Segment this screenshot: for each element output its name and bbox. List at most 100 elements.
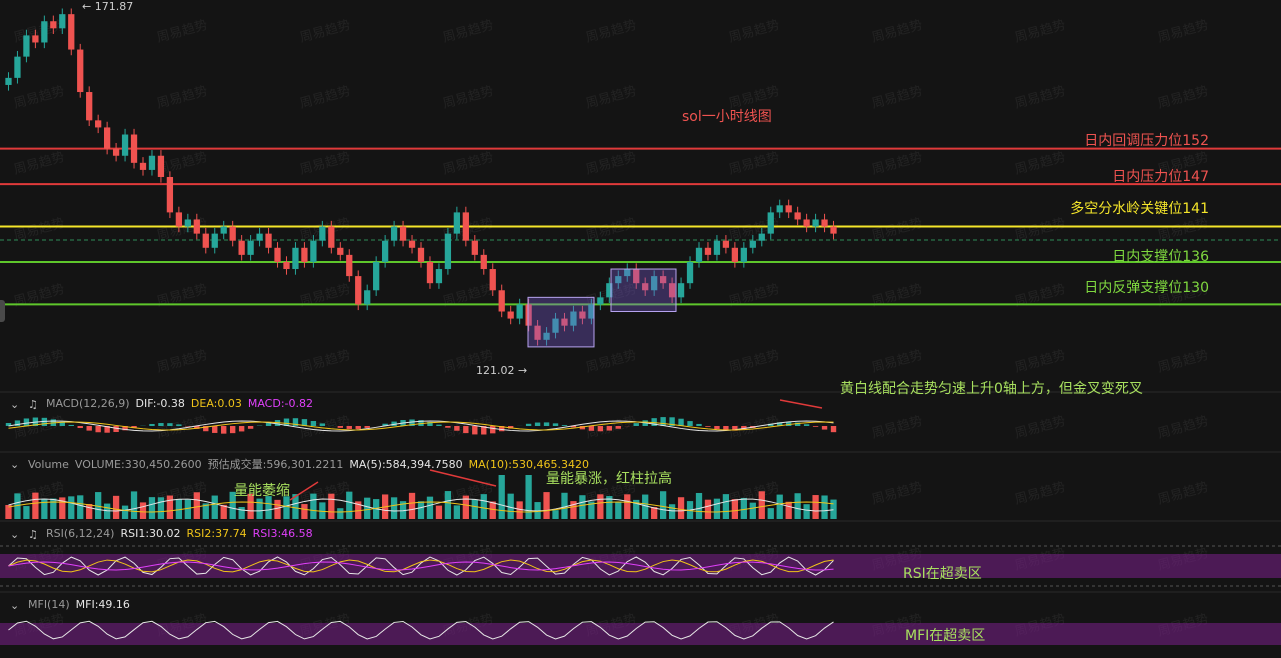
volume-bar [543,492,550,519]
volume-bar [435,505,443,519]
macd-histogram-bar [803,424,810,426]
rsi1-value: RSI1:30.02 [120,527,181,540]
level-label-152: 日内回调压力位152 [1084,133,1209,149]
volume-surge-annotation: 量能暴涨，红柱拉高 [546,471,672,487]
macd-histogram-bar [247,426,254,429]
candle-body [749,240,756,248]
candle-body [803,219,810,227]
volume-shrink-annotation: 量能萎缩 [234,483,290,499]
alarm-bell-icon[interactable]: ♫ [28,528,40,541]
candle-body [211,233,218,248]
candle-body [346,254,353,277]
watermark-text: 周易趋势 [1013,281,1067,310]
watermark-text: 周易趋势 [298,83,352,112]
candle-body [5,77,12,85]
watermark-text: 周易趋势 [870,149,924,178]
candle-body [157,155,165,177]
candle-body [794,212,801,220]
candle-body [381,240,389,262]
watermark-text: 周易趋势 [155,281,209,310]
mfi-header: ⌄ MFI(14) MFI:49.16 [10,598,130,612]
volume-bar [337,508,344,519]
volume-bar [722,494,730,519]
volume-bar [624,494,631,519]
collapse-chevron-icon[interactable]: ⌄ [10,398,22,411]
watermark-text: 周易趋势 [727,347,781,376]
macd-histogram-bar [176,424,182,426]
volume-bar [41,498,48,519]
candle-body [426,261,434,284]
volume-bar [193,492,200,519]
volume-bar [23,506,30,519]
watermark-text: 周易趋势 [870,17,924,46]
macd-histogram-bar [445,426,451,428]
candle-body [731,247,739,262]
collapse-chevron-icon[interactable]: ⌄ [10,599,22,612]
macd-histogram-bar [472,426,478,435]
volume-bar [310,493,317,519]
side-collapse-handle[interactable] [0,300,5,322]
alarm-bell-icon[interactable]: ♫ [28,398,40,411]
candle-body [408,240,416,248]
volume-bar [758,491,765,519]
volume-bar [238,507,245,519]
volume-bar [579,495,586,519]
macd-histogram-bar [355,426,361,429]
volume-bar [453,505,461,519]
macd-histogram-bar [68,424,74,426]
collapse-chevron-icon[interactable]: ⌄ [10,528,22,541]
candle-body [785,205,792,213]
candle-body [516,304,523,319]
level-label-141: 多空分水岭关键位141 [1070,201,1209,217]
volume-bar [659,491,667,519]
macd-histogram-bar [534,422,541,426]
macd-histogram-bar [229,426,236,434]
macd-histogram-bar [705,426,711,427]
watermark-text: 周易趋势 [155,347,209,376]
volume-bar [166,495,174,519]
volume-bar [211,495,218,519]
price-low-label: 121.02 → [476,364,528,377]
volume-bar [408,492,416,519]
volume-bar [444,491,452,519]
volume-bar [480,494,487,519]
macd-histogram-bar [454,426,460,431]
candle-body [355,276,362,305]
volume-bar [803,504,810,519]
candle-body [830,226,837,234]
macd-histogram-bar [212,426,218,433]
macd-histogram-bar [615,426,621,429]
volume-bar [615,502,622,519]
volume-bar [552,510,559,519]
volume-bar [86,503,93,519]
volume-bar [794,493,801,519]
macd-histogram-bar [812,426,819,427]
volume-bar [121,505,129,519]
watermark-text: 周易趋势 [870,281,924,310]
volume-bar [785,501,792,519]
rsi-header: ⌄ ♫ RSI(6,12,24) RSI1:30.02 RSI2:37.74 R… [10,527,313,541]
candle-body [597,297,604,305]
volume-bar [139,502,147,519]
volume-bar [498,475,505,519]
consolidation-box [527,296,595,348]
macd-histogram-bar [113,426,119,432]
level-label-147: 日内压力位147 [1112,169,1209,185]
macd-histogram-bar [606,426,613,431]
watermark-text: 周易趋势 [1156,347,1210,376]
candle-body [373,261,380,291]
annotation-arrow [779,399,823,409]
volume-bar [390,497,398,519]
collapse-chevron-icon[interactable]: ⌄ [10,458,22,471]
candle-body [220,226,227,234]
watermark-text: 周易趋势 [298,413,352,442]
candle-body [417,247,425,262]
watermark-text: 周易趋势 [1156,83,1210,112]
volume-bar [346,491,353,519]
candle-body [95,120,102,128]
candle-body [677,283,685,298]
volume-bar [516,501,523,519]
candle-body [310,240,317,262]
candle-body [59,14,66,29]
watermark-text: 周易趋势 [1013,413,1067,442]
